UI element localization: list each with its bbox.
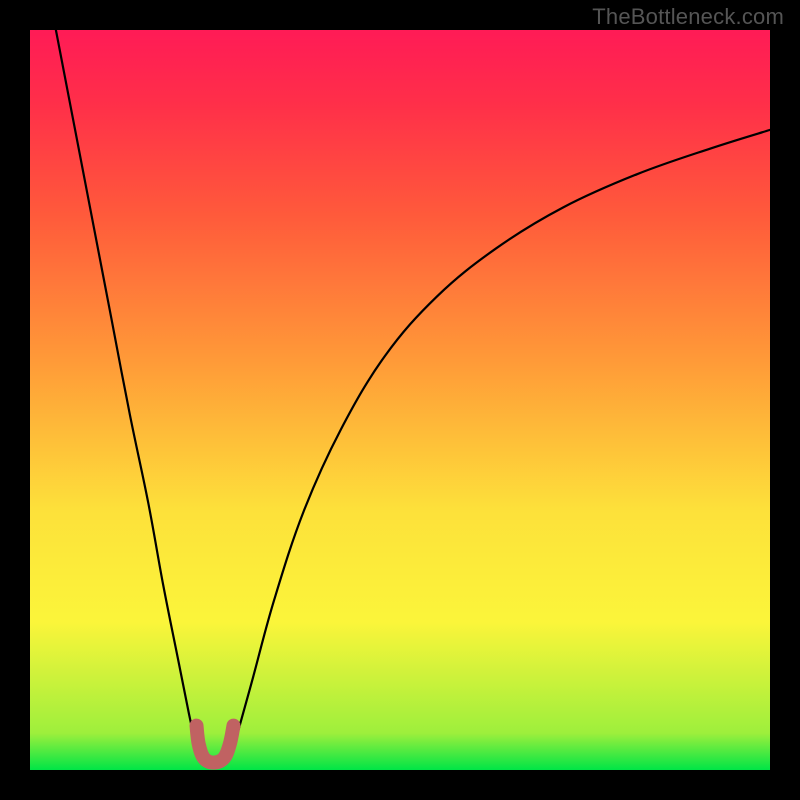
chart-plot-area [30,30,770,770]
gradient-background [30,30,770,770]
chart-svg [30,30,770,770]
watermark-text: TheBottleneck.com [592,4,784,30]
outer-frame: TheBottleneck.com [0,0,800,800]
